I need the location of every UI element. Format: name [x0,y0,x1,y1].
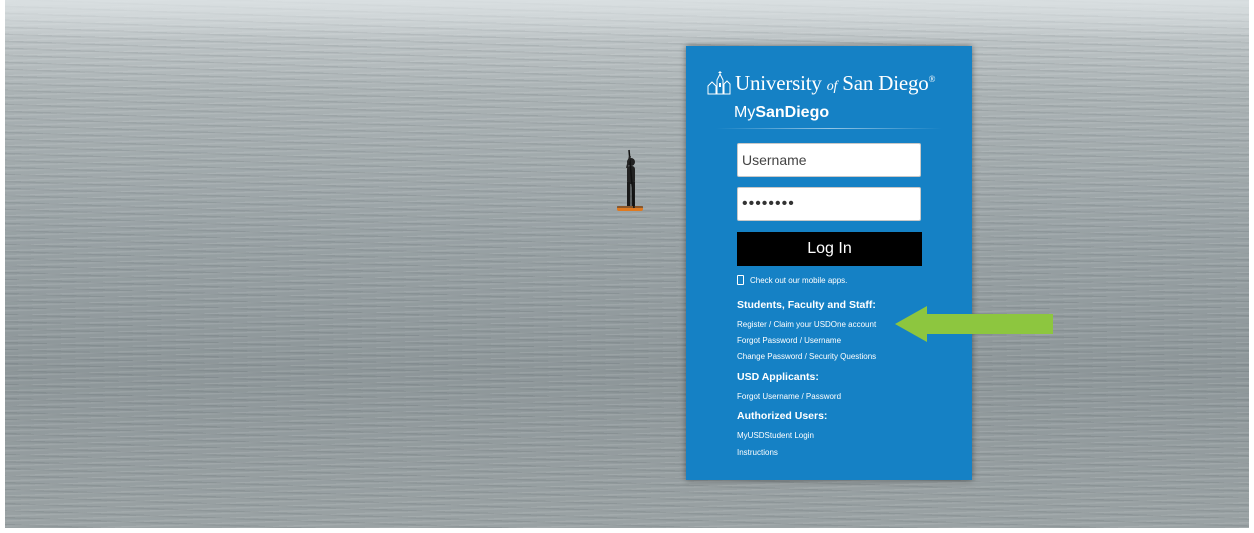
ocean-background-image [5,0,1249,528]
app-title-prefix: My [734,104,756,121]
phone-icon [737,275,744,285]
university-name: University of San Diego® [735,71,935,96]
mobile-apps-link[interactable]: Check out our mobile apps. [737,275,847,285]
login-panel: University of San Diego® MySanDiego Log … [686,46,972,480]
app-title-name: SanDiego [755,104,830,121]
registered-mark: ® [928,73,936,84]
green-arrow-icon [895,306,1053,342]
login-button[interactable]: Log In [737,232,922,266]
change-password-link[interactable]: Change Password / Security Questions [737,352,876,361]
instructions-link[interactable]: Instructions [737,448,778,457]
password-input[interactable] [737,187,921,221]
forgot-username-link[interactable]: Forgot Username / Password [737,392,841,401]
mobile-apps-text: Check out our mobile apps. [750,275,848,285]
paddleboarder-image [617,149,643,211]
applicants-heading: USD Applicants: [737,371,819,383]
university-logo[interactable]: University of San Diego® [706,68,956,98]
register-claim-link[interactable]: Register / Claim your USDOne account [737,320,876,329]
university-name-of: of [826,78,838,94]
mission-building-icon [707,71,731,95]
authorized-users-heading: Authorized Users: [737,410,828,422]
header-divider [716,128,942,129]
forgot-password-link[interactable]: Forgot Password / Username [737,336,841,345]
app-title: MySanDiego [734,104,829,122]
myusdstudent-login-link[interactable]: MyUSDStudent Login [737,431,814,440]
university-name-part1: University [735,70,822,95]
username-input[interactable] [737,143,921,177]
university-name-part2: San Diego [842,70,929,95]
students-heading: Students, Faculty and Staff: [737,299,876,311]
